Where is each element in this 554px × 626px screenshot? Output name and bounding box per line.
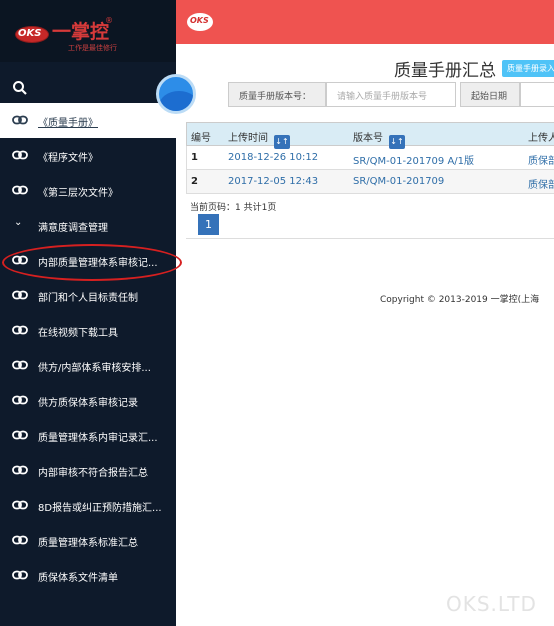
page-1-button[interactable]: 1: [198, 214, 219, 235]
page-title: 质量手册汇总: [394, 61, 496, 81]
sidebar-item[interactable]: 质量管理体系内审记录汇...: [0, 418, 176, 453]
registered-mark: ®: [105, 16, 113, 25]
version-search-input[interactable]: 请输入质量手册版本号: [326, 82, 456, 107]
sidebar-search[interactable]: [0, 75, 176, 101]
sidebar-item[interactable]: 内部审核不符合报告汇总: [0, 453, 176, 488]
link-icon: [12, 464, 28, 476]
sidebar-item[interactable]: ⌄ 满意度调查管理: [0, 208, 176, 243]
brand-subtitle: 工作是最佳修行: [68, 44, 117, 52]
cell-version[interactable]: SR/QM-01-201709 A/1版: [353, 152, 474, 167]
divider: [186, 238, 554, 239]
pager-info: 当前页码：1 共计1页: [190, 203, 277, 213]
cell-no: 1: [191, 152, 198, 163]
sidebar-item-label: 质量管理体系标准汇总: [38, 538, 138, 549]
search-icon[interactable]: [12, 80, 28, 96]
sidebar-item[interactable]: 供方/内部体系审核安排...: [0, 348, 176, 383]
link-icon: [12, 394, 28, 406]
manual-table: 编号 上传时间 ↓↑ 版本号 ↓↑ 上传人 1 2018-12-26 10:12 S…: [186, 122, 554, 194]
brand: OKS 一掌控 ® 工作是最佳修行: [0, 0, 176, 62]
top-header: OKS: [176, 0, 554, 44]
sidebar-item-label: 《质量手册》: [38, 118, 98, 129]
highlight-annotation: [2, 244, 182, 281]
sidebar-item-label: 《程序文件》: [38, 153, 98, 164]
sidebar-item[interactable]: 供方质保体系审核记录: [0, 383, 176, 418]
sidebar-toggle-button[interactable]: [156, 74, 196, 114]
header-uploader: 上传人: [528, 133, 554, 144]
start-date-input[interactable]: [520, 82, 554, 107]
sidebar-item-label: 满意度调查管理: [38, 223, 108, 234]
link-icon: [12, 534, 28, 546]
sidebar-item-label: 供方质保体系审核记录: [38, 398, 138, 409]
sidebar-item-label: 部门和个人目标责任制: [38, 293, 138, 304]
oks-logo: OKS: [15, 26, 49, 43]
sidebar-item-label: 供方/内部体系审核安排...: [38, 363, 151, 374]
sidebar: OKS 一掌控 ® 工作是最佳修行 《质量手册》 《程序文件》《第三层次文件》 ⌄ 满…: [0, 0, 176, 626]
sidebar-menu: 《质量手册》 《程序文件》 《第三层次文件》 ⌄ 满意度调查管理 内部质量管理体系审核记.…: [0, 103, 176, 593]
sidebar-item[interactable]: 《质量手册》: [0, 103, 176, 138]
link-icon: [12, 569, 28, 581]
sidebar-item-label: 8D报告或纠正预防措施汇...: [38, 503, 162, 514]
sidebar-item[interactable]: 质保体系文件清单: [0, 558, 176, 593]
link-icon: [12, 359, 28, 371]
sidebar-item-label: 《第三层次文件》: [38, 188, 118, 199]
toggle-shade: [159, 91, 193, 111]
start-date-label: 起始日期: [460, 82, 520, 107]
sidebar-item-label: 质保体系文件清单: [38, 573, 118, 584]
cell-upload-time[interactable]: 2017-12-05 12:43: [228, 176, 318, 187]
logo-text: OKS: [18, 28, 42, 39]
link-icon: [12, 149, 28, 161]
header-upload-time-label: 上传时间: [228, 133, 268, 144]
cell-version[interactable]: SR/QM-01-201709: [353, 176, 444, 187]
version-filter-label: 质量手册版本号：: [228, 82, 326, 107]
copyright: Copyright © 2013-2019 一掌控(上海: [380, 295, 540, 305]
header-version-label: 版本号: [353, 133, 383, 144]
sidebar-item-label: 在线视频下载工具: [38, 328, 118, 339]
sidebar-item-label: 质量管理体系内审记录汇...: [38, 433, 158, 444]
sidebar-item[interactable]: 8D报告或纠正预防措施汇...: [0, 488, 176, 523]
sidebar-item[interactable]: 部门和个人目标责任制: [0, 278, 176, 313]
watermark: OKS.LTD: [446, 592, 537, 616]
link-icon: [12, 184, 28, 196]
sidebar-item-label: 内部审核不符合报告汇总: [38, 468, 148, 479]
cell-uploader[interactable]: 质保部: [528, 152, 554, 167]
header-logo[interactable]: OKS: [187, 13, 213, 31]
sidebar-item[interactable]: 《第三层次文件》: [0, 173, 176, 208]
cell-no: 2: [191, 176, 198, 187]
header-logo-text: OKS: [190, 16, 209, 25]
brand-name: 一掌控: [52, 21, 110, 43]
link-icon: [12, 324, 28, 336]
link-icon: [12, 114, 28, 126]
cell-upload-time[interactable]: 2018-12-26 10:12: [228, 152, 318, 163]
sidebar-item[interactable]: 质量管理体系标准汇总: [0, 523, 176, 558]
cell-uploader[interactable]: 质保部: [528, 176, 554, 191]
link-icon: [12, 429, 28, 441]
header-no: 编号: [191, 133, 211, 144]
table-row: 2 2017-12-05 12:43 SR/QM-01-201709 质保部: [186, 170, 554, 194]
chevron-down-icon: ⌄: [14, 217, 23, 228]
sidebar-item[interactable]: 《程序文件》: [0, 138, 176, 173]
table-row: 1 2018-12-26 10:12 SR/QM-01-201709 A/1版 …: [186, 146, 554, 170]
manual-entry-button[interactable]: 质量手册录入: [502, 60, 554, 77]
table-header: 编号 上传时间 ↓↑ 版本号 ↓↑ 上传人: [186, 122, 554, 149]
link-icon: [12, 499, 28, 511]
link-icon: [12, 289, 28, 301]
sidebar-item[interactable]: 在线视频下载工具: [0, 313, 176, 348]
